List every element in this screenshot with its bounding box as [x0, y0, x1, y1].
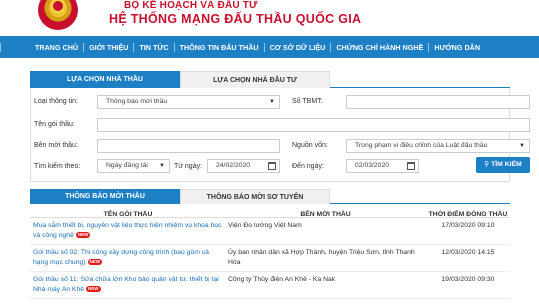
site-header: BỘ KẾ HOẠCH VÀ ĐẦU TƯ HỆ THỐNG MẠNG ĐẤU … [0, 0, 539, 36]
inviter-cell: Viện Đo lường Việt Nam [228, 222, 302, 229]
calendar-icon[interactable] [407, 162, 415, 170]
search-button[interactable]: ⚲ TÌM KIẾM [476, 157, 530, 173]
source-value: Trong phạm vi điều chỉnh của Luật đấu th… [355, 142, 488, 149]
package-name[interactable]: Gói thầu số 02: Thi công xây dựng công t… [33, 249, 209, 266]
closing-time-cell: 19/03/2020 09:30 [441, 276, 495, 283]
info-type-value: Thông báo mời thầu [106, 98, 168, 105]
tab-investor-selection[interactable]: LỰA CHỌN NHÀ ĐẦU TƯ [180, 71, 330, 88]
package-link[interactable]: Gói thầu số 02: Thi công xây dựng công t… [30, 245, 225, 271]
tbmt-input[interactable] [346, 95, 530, 109]
table-header: TÊN GÓI THẦU BÊN MỜI THẦU THỜI ĐIỂM ĐÓNG… [30, 206, 510, 218]
nav-guide[interactable]: HƯỚNG DẪN [429, 43, 485, 52]
ministry-name: BỘ KẾ HOẠCH VÀ ĐẦU TƯ [124, 0, 258, 11]
closing-time-cell: 17/03/2020 09:10 [441, 222, 495, 229]
nav-about[interactable]: GIỚI THIỆU [84, 42, 135, 52]
package-name[interactable]: Mua sắm thiết bị, nguyên vật liệu thực h… [33, 222, 222, 239]
chevron-down-icon: ▼ [269, 99, 275, 105]
source-select[interactable]: Trong phạm vi điều chỉnh của Luật đấu th… [346, 139, 530, 153]
to-date-value: 02/03/2020 [355, 162, 390, 169]
nav-bidding-info[interactable]: THÔNG TIN ĐẤU THẦU [175, 42, 265, 52]
from-date-input[interactable]: 24/02/2020 [207, 159, 280, 173]
info-type-select[interactable]: Thông báo mời thầu ▼ [97, 95, 280, 109]
table-row: Gói thầu số 11: Sửa chữa lớn Kho bảo quả… [30, 272, 510, 299]
nav-news[interactable]: TIN TỨC [134, 42, 175, 52]
search-by-select[interactable]: Ngày đăng tải ▼ [97, 159, 170, 173]
new-badge: NEW [87, 259, 103, 266]
national-emblem-icon [38, 0, 78, 30]
package-name-label: Tên gói thầu: [34, 121, 75, 128]
inviter-cell: Công ty Thủy điện An Khê - Ka Nak [228, 276, 336, 283]
search-by-value: Ngày đăng tải [106, 162, 148, 169]
col-inviter: BÊN MỜI THẦU [300, 211, 351, 218]
selection-tabs: LỰA CHỌN NHÀ THẦU LỰA CHỌN NHÀ ĐẦU TƯ [30, 71, 510, 88]
closing-time-cell: 12/03/2020 14:15 [441, 249, 495, 256]
package-name-input[interactable] [97, 118, 530, 132]
notice-tabs: THÔNG BÁO MỜI THẦU THÔNG BÁO MỜI SƠ TUYỂ… [30, 189, 510, 204]
search-form: Loại thông tin: Thông báo mời thầu ▼ Số … [30, 88, 530, 182]
main-navbar: TRANG CHỦ GIỚI THIỆU TIN TỨC THÔNG TIN Đ… [0, 36, 539, 58]
new-badge: NEW [75, 232, 91, 239]
tab-contractor-selection[interactable]: LỰA CHỌN NHÀ THẦU [30, 71, 180, 88]
col-closing-time: THỜI ĐIỂM ĐÓNG THẦU [428, 211, 508, 218]
package-name[interactable]: Gói thầu số 11: Sửa chữa lớn Kho bảo quả… [33, 276, 219, 293]
chevron-down-icon: ▼ [159, 163, 165, 169]
inviter-input[interactable] [97, 139, 280, 153]
tbmt-label: Số TBMT: [292, 98, 323, 105]
search-icon: ⚲ [484, 161, 490, 168]
from-date-value: 24/02/2020 [216, 162, 251, 169]
new-badge: NEW [86, 286, 101, 293]
site-title[interactable]: HỆ THỐNG MẠNG ĐẤU THẦU QUỐC GIA [109, 12, 361, 26]
search-by-label: Tìm kiếm theo: [34, 163, 81, 170]
source-label: Nguồn vốn: [292, 142, 328, 149]
inviter-label: Bên mời thầu: [34, 142, 78, 149]
to-date-label: Đến ngày: [292, 163, 324, 170]
tab-bid-invitation[interactable]: THÔNG BÁO MỜI THẦU [30, 189, 180, 204]
from-date-label: Từ ngày: [174, 163, 203, 170]
table-row: Gói thầu số 02: Thi công xây dựng công t… [30, 245, 510, 272]
inviter-cell: Ủy ban nhân dân xã Hợp Thành, huyện Triệ… [228, 249, 415, 266]
notices-table: TÊN GÓI THẦU BÊN MỜI THẦU THỜI ĐIỂM ĐÓNG… [30, 206, 510, 299]
search-button-label: TÌM KIẾM [491, 161, 522, 168]
info-type-label: Loại thông tin: [34, 98, 78, 105]
table-row: Mua sắm thiết bị, nguyên vật liệu thực h… [30, 218, 510, 245]
package-link[interactable]: Gói thầu số 11: Sửa chữa lớn Kho bảo quả… [30, 272, 225, 298]
col-package-name: TÊN GÓI THẦU [103, 211, 153, 218]
nav-database[interactable]: CƠ SỞ DỮ LIỆU [265, 42, 332, 52]
package-link[interactable]: Mua sắm thiết bị, nguyên vật liệu thực h… [30, 218, 225, 244]
tab-prequalification[interactable]: THÔNG BÁO MỜI SƠ TUYỂN [180, 189, 330, 204]
calendar-icon[interactable] [268, 162, 276, 170]
to-date-input[interactable]: 02/03/2020 [346, 159, 419, 173]
chevron-down-icon: ▼ [519, 143, 525, 149]
nav-home[interactable]: TRANG CHỦ [0, 42, 85, 52]
nav-certificates[interactable]: CHỨNG CHỈ HÀNH NGHỀ [331, 42, 430, 52]
